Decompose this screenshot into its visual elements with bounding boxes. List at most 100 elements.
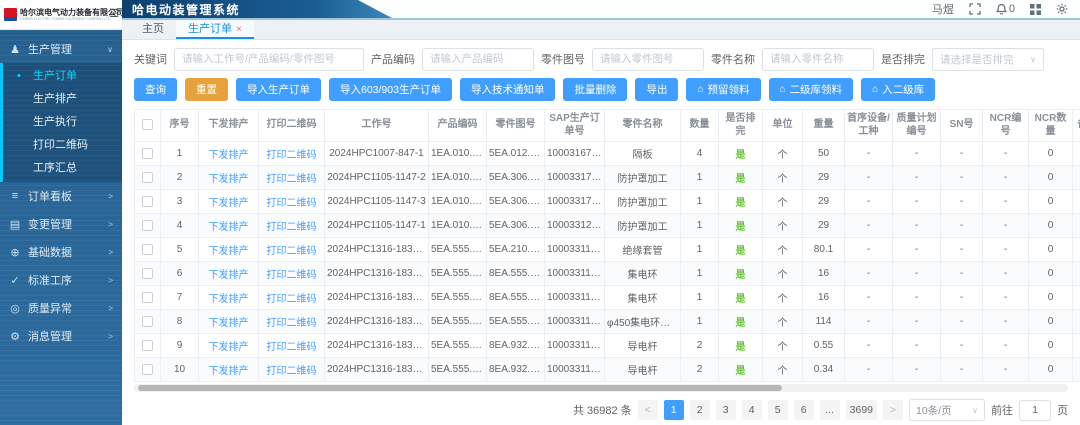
dispatch-schedule-link[interactable]: 下发排产 (209, 222, 249, 233)
sidebar-group-label: 生产管理 (28, 41, 72, 57)
dispatch-schedule-link[interactable]: 下发排产 (209, 318, 249, 329)
page-button-6[interactable]: 6 (794, 400, 814, 420)
row-checkbox[interactable] (142, 172, 153, 183)
button-导入生产订单[interactable]: 导入生产订单 (236, 78, 321, 101)
button-导入603/903生产订单[interactable]: 导入603/903生产订单 (329, 78, 452, 101)
button-预留领料[interactable]: ⌂预留领料 (686, 78, 760, 101)
button-重置[interactable]: 重置 (185, 78, 228, 101)
page-button-5[interactable]: 5 (768, 400, 788, 420)
clipboard-icon: ▤ (9, 218, 21, 231)
table-cell: 个 (763, 238, 803, 262)
filter-row: 关键词产品编码零件图号零件名称是否排完请选择是否排完∨ (134, 46, 1068, 72)
dispatch-schedule-link[interactable]: 下发排产 (209, 198, 249, 209)
table-cell: - (1073, 310, 1080, 334)
sidebar-group-基础数据[interactable]: ⊕基础数据> (0, 238, 122, 266)
print-qrcode-link[interactable]: 打印二维码 (267, 246, 317, 257)
filter-input-产品编码[interactable] (422, 48, 534, 71)
print-qrcode-link[interactable]: 打印二维码 (267, 174, 317, 185)
print-qrcode-link[interactable]: 打印二维码 (267, 294, 317, 305)
sidebar-group-标准工序[interactable]: ✓标准工序> (0, 266, 122, 294)
sidebar-group-变更管理[interactable]: ▤变更管理> (0, 210, 122, 238)
tab-生产订单[interactable]: 生产订单× (176, 20, 254, 39)
page-button-3699[interactable]: 3699 (846, 400, 877, 420)
chevron-right-icon: > (108, 192, 113, 201)
dispatch-schedule-link[interactable]: 下发排产 (209, 366, 249, 377)
button-label: 导入技术通知单 (471, 82, 545, 97)
sidebar-group-label: 消息管理 (28, 328, 72, 344)
notifications-bell-icon[interactable]: 0 (996, 3, 1015, 15)
table-cell: 10003311347 (545, 358, 605, 382)
dispatch-schedule-link[interactable]: 下发排产 (209, 270, 249, 281)
filter-input-关键词[interactable] (174, 48, 364, 71)
filter-input-零件图号[interactable] (592, 48, 704, 71)
table-cell: 是 (719, 166, 763, 190)
horizontal-scrollbar-thumb[interactable] (138, 385, 782, 391)
column-header-零件名称: 零件名称 (605, 110, 681, 142)
sidebar-item-打印二维码[interactable]: 打印二维码 (3, 134, 122, 157)
print-qrcode-link[interactable]: 打印二维码 (267, 342, 317, 353)
dispatch-schedule-link[interactable]: 下发排产 (209, 174, 249, 185)
select-all-checkbox[interactable] (142, 119, 153, 130)
page-ellipsis[interactable]: ... (820, 400, 840, 420)
table-cell: - (845, 310, 893, 334)
sidebar-item-工序汇总[interactable]: 工序汇总 (3, 157, 122, 180)
filter-select-是否排完[interactable]: 请选择是否排完∨ (932, 48, 1044, 71)
row-checkbox[interactable] (142, 148, 153, 159)
button-导入技术通知单[interactable]: 导入技术通知单 (460, 78, 556, 101)
print-qrcode-link[interactable]: 打印二维码 (267, 270, 317, 281)
page-size-select[interactable]: 10条/页 ∨ (909, 399, 985, 421)
scheduled-status: 是 (736, 318, 746, 329)
table-cell: 2024HPC1105-1147-3 (325, 190, 429, 214)
sidebar-item-生产执行[interactable]: 生产执行 (3, 111, 122, 134)
fullscreen-icon[interactable] (969, 3, 981, 15)
row-checkbox[interactable] (142, 316, 153, 327)
table-cell: 2 (161, 166, 199, 190)
button-二级库领料[interactable]: ⌂二级库领料 (769, 78, 854, 101)
row-checkbox[interactable] (142, 220, 153, 231)
filter-input-零件名称[interactable] (762, 48, 874, 71)
row-checkbox[interactable] (142, 196, 153, 207)
table-cell: 打印二维码 (259, 166, 325, 190)
print-qrcode-link[interactable]: 打印二维码 (267, 150, 317, 161)
tab-主页[interactable]: 主页 (130, 20, 176, 39)
sidebar-group-订单看板[interactable]: ≡订单看板> (0, 182, 122, 210)
print-qrcode-link[interactable]: 打印二维码 (267, 222, 317, 233)
settings-gear-icon[interactable] (1056, 3, 1068, 15)
page-button-3[interactable]: 3 (716, 400, 736, 420)
button-查询[interactable]: 查询 (134, 78, 177, 101)
sidebar-group-消息管理[interactable]: ⚙消息管理> (0, 322, 122, 350)
dispatch-schedule-link[interactable]: 下发排产 (209, 150, 249, 161)
row-checkbox[interactable] (142, 364, 153, 375)
prev-page-button[interactable]: < (638, 400, 658, 420)
button-入二级库[interactable]: ⌂入二级库 (861, 78, 935, 101)
table-cell: 10003311346 (545, 334, 605, 358)
print-qrcode-link[interactable]: 打印二维码 (267, 318, 317, 329)
dispatch-schedule-link[interactable]: 下发排产 (209, 294, 249, 305)
tab-close-icon[interactable]: × (236, 24, 242, 35)
page-button-4[interactable]: 4 (742, 400, 762, 420)
row-checkbox[interactable] (142, 244, 153, 255)
horizontal-scrollbar[interactable] (134, 384, 1068, 392)
sidebar-item-生产订单[interactable]: •生产订单 (3, 65, 122, 88)
button-导出[interactable]: 导出 (635, 78, 678, 101)
page-button-2[interactable]: 2 (690, 400, 710, 420)
row-checkbox[interactable] (142, 292, 153, 303)
goto-page-input[interactable] (1019, 400, 1051, 421)
print-qrcode-link[interactable]: 打印二维码 (267, 366, 317, 377)
column-header-首序设备/工种: 首序设备/工种 (845, 110, 893, 142)
next-page-button[interactable]: > (883, 400, 903, 420)
user-name[interactable]: 马煜 (932, 1, 954, 17)
sidebar-group-质量异常[interactable]: ◎质量异常> (0, 294, 122, 322)
button-批量删除[interactable]: 批量删除 (563, 78, 627, 101)
page-button-1[interactable]: 1 (664, 400, 684, 420)
user-area: 马煜 0 (932, 0, 1068, 18)
sidebar-group-生产管理[interactable]: ♟生产管理∨ (0, 35, 122, 63)
print-qrcode-link[interactable]: 打印二维码 (267, 198, 317, 209)
sidebar-item-生产排产[interactable]: 生产排产 (3, 88, 122, 111)
apps-grid-icon[interactable] (1030, 4, 1041, 15)
row-checkbox[interactable] (142, 340, 153, 351)
dispatch-schedule-link[interactable]: 下发排产 (209, 246, 249, 257)
sidebar-collapse-icon[interactable]: ☰ (109, 9, 119, 20)
row-checkbox[interactable] (142, 268, 153, 279)
dispatch-schedule-link[interactable]: 下发排产 (209, 342, 249, 353)
